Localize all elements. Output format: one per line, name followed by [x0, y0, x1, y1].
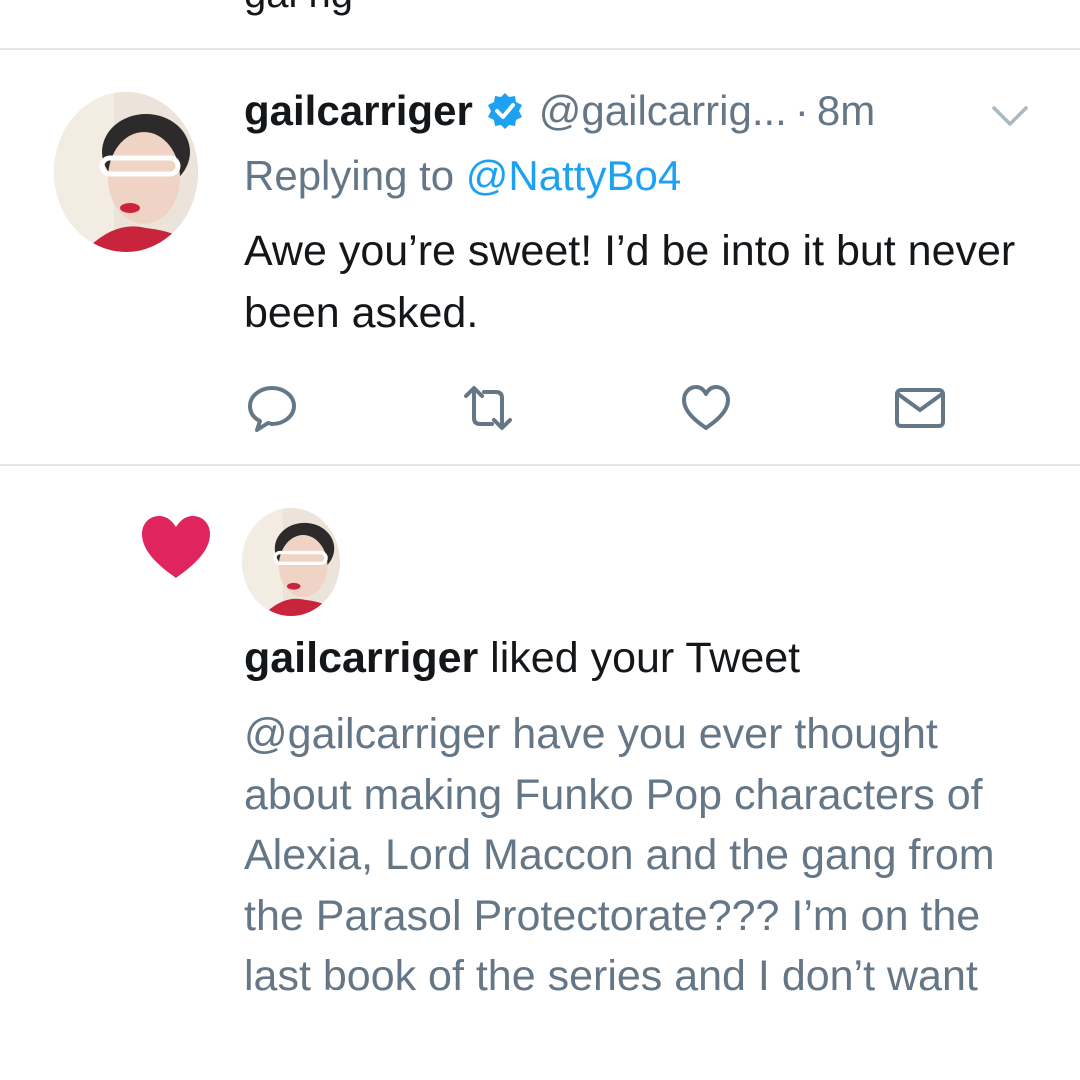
notification-action: liked your Tweet — [478, 634, 801, 682]
tweet-text: Awe you’re sweet! I’d be into it but nev… — [244, 227, 1016, 337]
replying-to-label: Replying to — [244, 152, 466, 199]
tweet-header: gailcarriger @gailcarrig... · 8m — [244, 84, 875, 138]
previous-tweet-clipped: gai ng — [0, 0, 1080, 48]
separator-dot: · — [794, 87, 809, 134]
avatar[interactable] — [54, 92, 198, 252]
direct-message-icon[interactable] — [892, 380, 948, 436]
retweet-icon[interactable] — [460, 380, 516, 436]
divider — [0, 48, 1080, 50]
display-name[interactable]: gailcarriger — [244, 87, 473, 135]
like-icon[interactable] — [678, 380, 734, 436]
reply-icon[interactable] — [244, 380, 300, 436]
notification-user[interactable]: gailcarriger — [244, 634, 478, 682]
replying-to-line: Replying to @NattyBo4 — [244, 152, 681, 200]
replying-to-link[interactable]: @NattyBo4 — [466, 152, 681, 199]
notification-avatar[interactable] — [242, 508, 340, 616]
verified-badge-icon — [485, 91, 525, 131]
liked-tweet-text[interactable]: @gailcarriger have you ever thought abou… — [244, 704, 1044, 1007]
previous-tweet-text-fragment: gai ng — [244, 0, 353, 17]
like-notification-heart-icon — [140, 514, 212, 582]
handle[interactable]: @gailcarrig... — [539, 87, 787, 135]
chevron-down-icon[interactable] — [988, 98, 1032, 134]
notification-summary: gailcarriger liked your Tweet — [244, 634, 800, 683]
timestamp[interactable]: 8m — [817, 87, 875, 135]
divider — [0, 464, 1080, 466]
